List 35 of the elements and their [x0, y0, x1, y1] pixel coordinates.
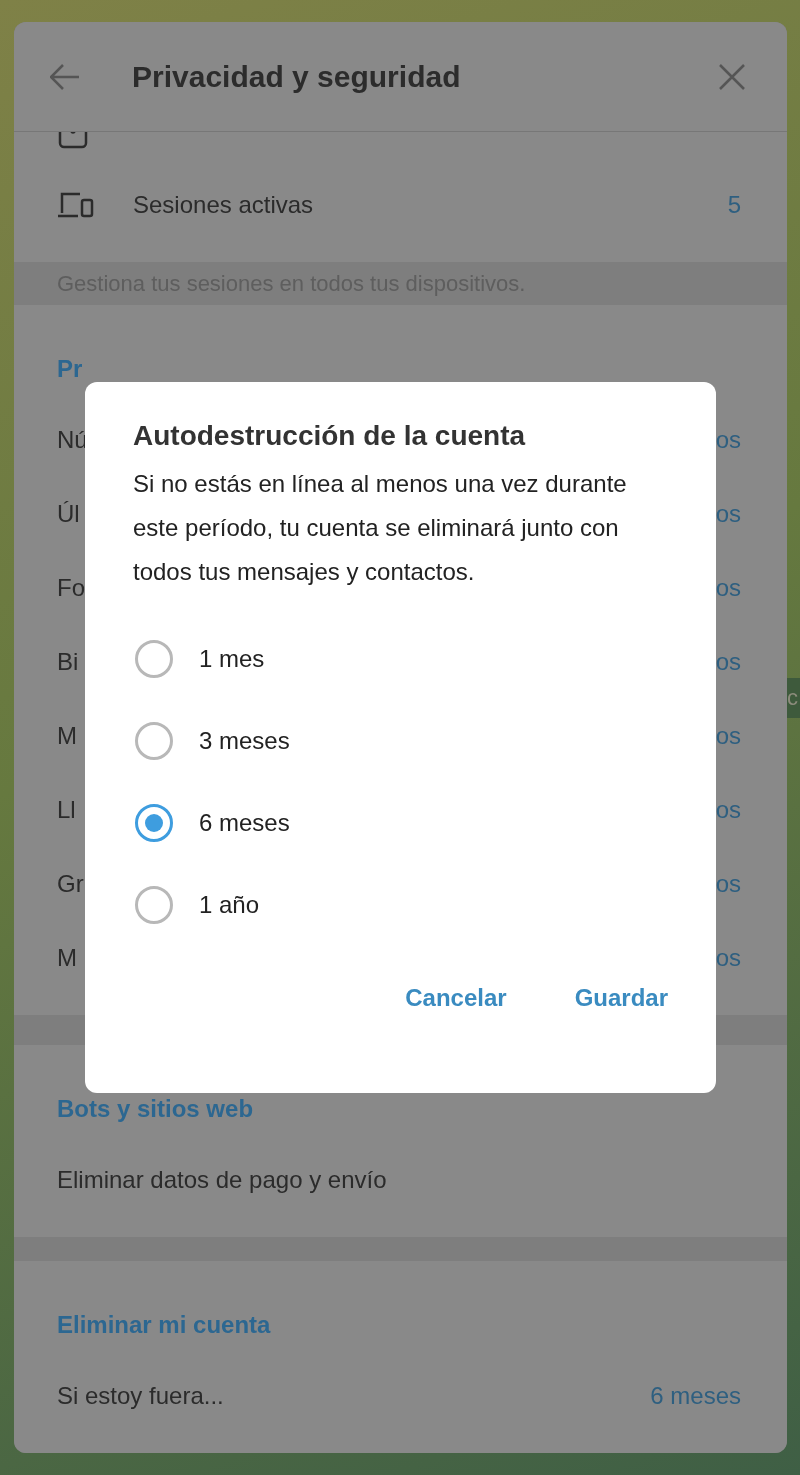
- setting-value: 6 meses: [650, 1382, 741, 1410]
- option-label[interactable]: 1 mes: [199, 645, 265, 673]
- option-label[interactable]: 3 meses: [199, 727, 290, 755]
- close-button[interactable]: [717, 61, 747, 92]
- option-label[interactable]: 6 meses: [199, 809, 290, 837]
- section-heading: Pr: [56, 354, 84, 384]
- save-button[interactable]: Guardar: [550, 970, 692, 1026]
- setting-value: os: [715, 722, 741, 750]
- back-arrow-icon: [50, 63, 80, 90]
- panel-title: Privacidad y seguridad: [132, 59, 462, 94]
- devices-icon: [57, 191, 95, 219]
- setting-value: os: [715, 796, 741, 824]
- setting-value: 5: [727, 191, 741, 219]
- section-heading: Bots y sitios web: [56, 1094, 255, 1124]
- option-label[interactable]: 1 año: [199, 891, 260, 919]
- setting-label[interactable]: Eliminar datos de pago y envío: [57, 1166, 741, 1194]
- radio-button[interactable]: [135, 886, 173, 924]
- setting-label[interactable]: Si estoy fuera...: [57, 1382, 651, 1410]
- close-icon: [719, 63, 745, 90]
- setting-value: os: [715, 648, 741, 676]
- section-heading: Eliminar mi cuenta: [56, 1310, 272, 1340]
- setting-value: os: [715, 500, 741, 528]
- cancel-button[interactable]: Cancelar: [381, 970, 531, 1026]
- setting-value: os: [715, 426, 741, 454]
- dialog-text: Si no estás en línea al menos una vez durante este período, tu cuenta se eliminará junto con todos tus mensajes y contactos.: [133, 469, 628, 587]
- radio-button[interactable]: [135, 640, 173, 678]
- setting-value: os: [715, 870, 741, 898]
- radio-button[interactable]: [135, 722, 173, 760]
- dialog-title: Autodestrucción de la cuenta: [133, 420, 527, 452]
- setting-value: os: [715, 574, 741, 602]
- radio-button[interactable]: [135, 804, 173, 842]
- background-text: c: [787, 678, 800, 718]
- setting-label[interactable]: Sesiones activas: [133, 191, 728, 219]
- back-button[interactable]: [48, 61, 82, 92]
- setting-value: os: [715, 944, 741, 972]
